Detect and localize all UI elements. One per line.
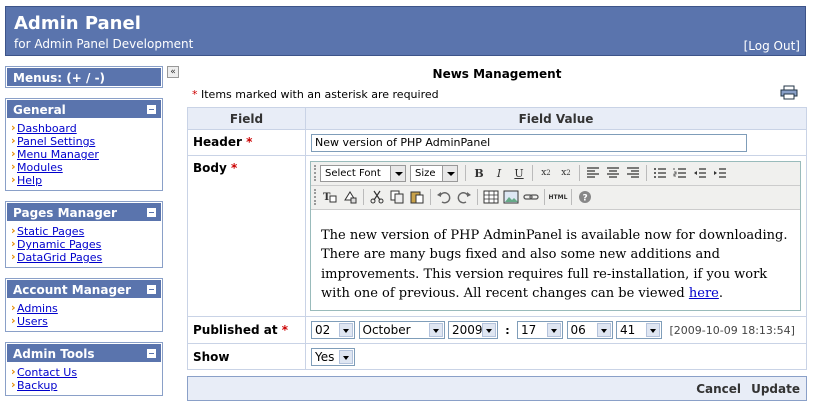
sidebar-item-modules[interactable]: Modules [11,160,162,174]
link-icon[interactable] [521,187,541,207]
bold-icon[interactable]: B [469,163,489,183]
html-source-button[interactable]: HTML [548,187,568,207]
form-footer: Cancel Update [187,376,807,401]
editor-toolbar-2: T HTML ? [311,185,800,210]
column-header-field: Field [187,106,306,131]
app-subtitle: for Admin Panel Development [14,37,194,51]
news-form: Field Field Value Header * Body * Select… [187,106,807,370]
header-input[interactable] [311,133,747,152]
highlight-icon[interactable] [340,187,360,207]
collapse-sidebar-icon[interactable]: « [167,66,179,78]
sidebar-item-panel-settings[interactable]: Panel Settings [11,134,162,148]
month-select[interactable]: October [358,321,445,340]
cancel-button[interactable]: Cancel [696,382,741,396]
sidebar-section-account-manager: Account Manager Admins Users [5,278,163,332]
collapse-section-icon[interactable] [147,285,156,294]
section-header: Account Manager [6,279,162,299]
svg-text:?: ? [583,194,588,204]
size-select[interactable]: Size [410,164,458,182]
sidebar-item-datagrid-pages[interactable]: DataGrid Pages [11,250,162,264]
sidebar-item-backup[interactable]: Backup [11,378,162,392]
italic-icon[interactable]: I [489,163,509,183]
section-header: Pages Manager [6,202,162,222]
undo-icon[interactable] [434,187,454,207]
numbered-list-icon[interactable] [670,163,690,183]
indent-icon[interactable] [710,163,730,183]
copy-icon[interactable] [387,187,407,207]
redo-icon[interactable] [454,187,474,207]
section-header: Admin Tools [6,343,162,363]
align-center-icon[interactable] [603,163,623,183]
menus-toggle[interactable]: Menus: (+ / -) [6,67,162,87]
subscript-icon[interactable]: x2 [536,163,556,183]
app-title: Admin Panel [14,13,141,34]
superscript-icon[interactable]: x2 [556,163,576,183]
collapse-section-icon[interactable] [147,208,156,217]
body-label: Body * [187,154,306,317]
sidebar-item-contact-us[interactable]: Contact Us [11,365,162,379]
sidebar-item-help[interactable]: Help [11,173,162,187]
sidebar-section-general: General Dashboard Panel Settings Menu Ma… [5,98,163,191]
underline-icon[interactable]: U [509,163,529,183]
hour-select[interactable]: 17 [517,321,563,340]
rich-text-editor: Select Font Size B I U x2 x2 T HTML ? Th… [310,160,801,311]
image-icon[interactable] [501,187,521,207]
sidebar-item-admins[interactable]: Admins [11,301,162,315]
paste-icon[interactable] [407,187,427,207]
outdent-icon[interactable] [690,163,710,183]
show-select[interactable]: Yes [311,347,355,366]
column-header-value: Field Value [305,106,807,131]
day-select[interactable]: 02 [311,321,355,340]
year-select[interactable]: 2009 [448,321,498,340]
text-color-icon[interactable]: T [320,187,340,207]
sidebar-item-dynamic-pages[interactable]: Dynamic Pages [11,237,162,251]
logout-link[interactable]: [Log Out] [744,39,800,53]
font-select[interactable]: Select Font [320,164,406,182]
help-icon[interactable]: ? [575,187,595,207]
sidebar-section-pages-manager: Pages Manager Static Pages Dynamic Pages… [5,201,163,268]
sidebar-item-static-pages[interactable]: Static Pages [11,224,162,238]
align-left-icon[interactable] [583,163,603,183]
required-note: * Items marked with an asterisk are requ… [192,88,439,101]
header-label: Header * [187,129,306,156]
sidebar-item-menu-manager[interactable]: Menu Manager [11,147,162,161]
show-label: Show [187,343,306,370]
here-link[interactable]: here [689,286,719,301]
collapse-section-icon[interactable] [147,105,156,114]
sidebar-section-admin-tools: Admin Tools Contact Us Backup [5,342,163,396]
cut-icon[interactable] [367,187,387,207]
sidebar-item-users[interactable]: Users [11,314,162,328]
published-label: Published at * [187,315,306,345]
bullet-list-icon[interactable] [650,163,670,183]
menus-toggle-box: Menus: (+ / -) [5,66,163,88]
table-icon[interactable] [481,187,501,207]
align-right-icon[interactable] [623,163,643,183]
app-header: Admin Panel for Admin Panel Development … [5,6,806,56]
section-header: General [6,99,162,119]
minute-select[interactable]: 06 [566,321,613,340]
editor-content[interactable]: The new version of PHP AdminPanel is ava… [311,210,800,310]
sidebar-item-dashboard[interactable]: Dashboard [11,121,162,135]
editor-toolbar-1: Select Font Size B I U x2 x2 [311,161,800,186]
collapse-section-icon[interactable] [147,349,156,358]
printer-icon[interactable] [780,85,798,100]
update-button[interactable]: Update [751,382,800,396]
page-title: News Management [432,67,562,81]
second-select[interactable]: 41 [616,321,662,340]
timestamp: [2009-10-09 18:13:54] [669,323,795,337]
